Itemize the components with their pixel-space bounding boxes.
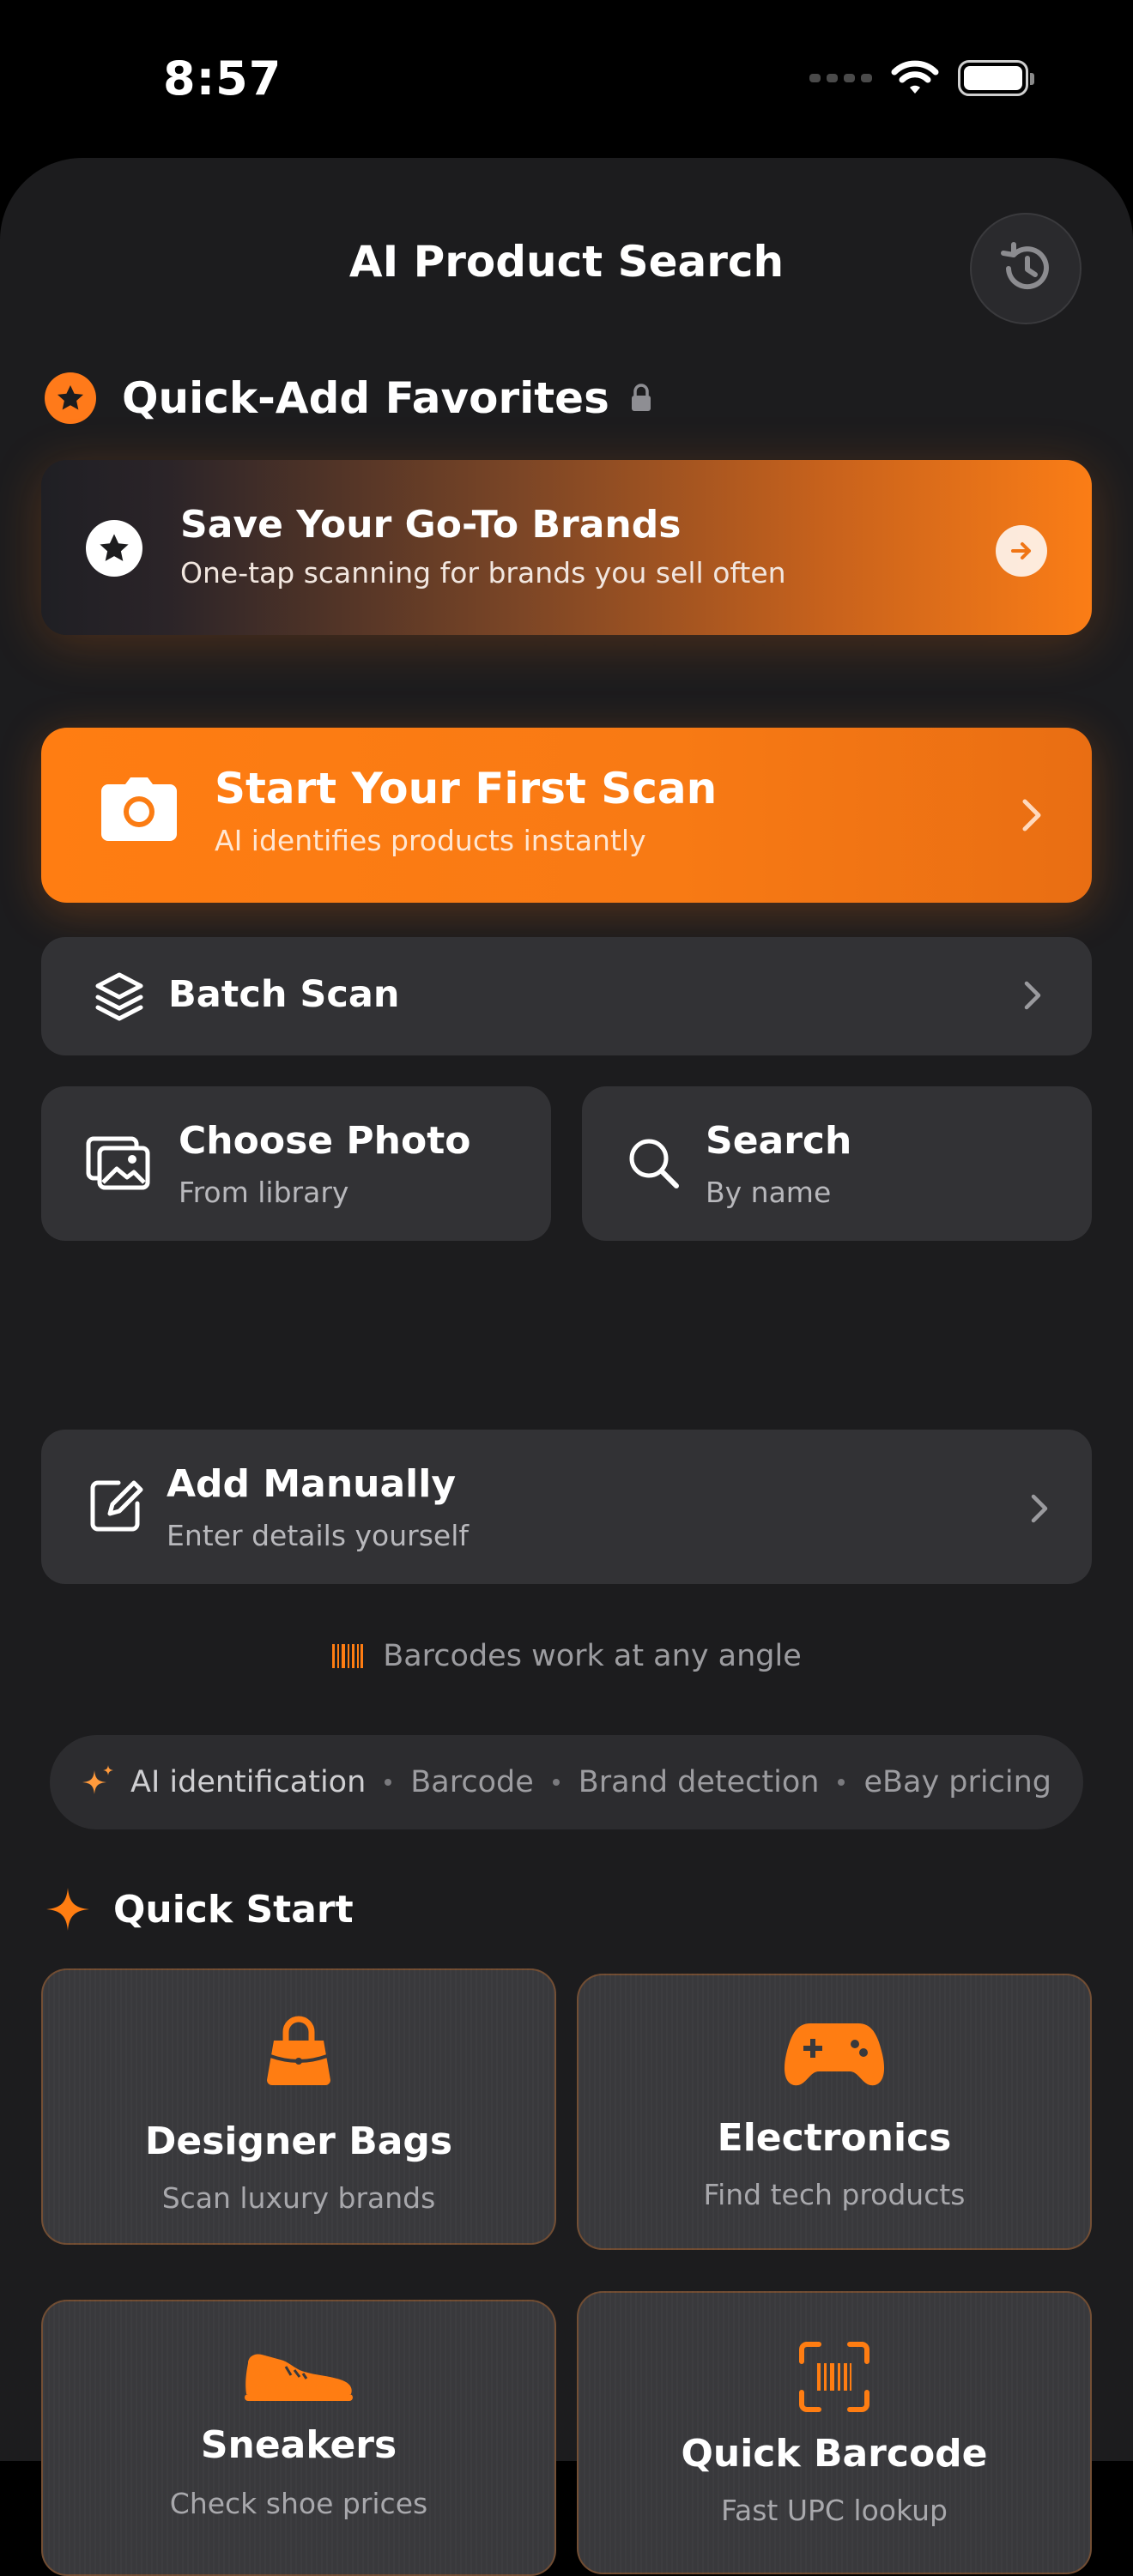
barcode-viewfinder-icon <box>799 2342 869 2412</box>
batch-scan-label: Batch Scan <box>168 973 400 1016</box>
handbag-icon <box>267 2016 330 2085</box>
batch-scan-button[interactable]: Batch Scan <box>41 937 1092 1055</box>
star-badge-icon <box>45 372 96 424</box>
main-sheet: AI Product Search Quick-Add Favorites Sa… <box>0 158 1133 2576</box>
scan-subtitle: AI identifies products instantly <box>215 824 646 857</box>
status-bar: 8:57 <box>0 0 1133 163</box>
promo-title: Save Your Go-To Brands <box>180 503 682 547</box>
feature-ai-identification: AI identification <box>130 1765 367 1799</box>
cellular-signal-icon <box>809 74 872 82</box>
wifi-icon <box>891 60 939 94</box>
save-brands-card[interactable]: Save Your Go-To Brands One-tap scanning … <box>41 460 1092 635</box>
gamecontroller-icon <box>784 2023 885 2086</box>
features-pill: AI identification Barcode Brand detectio… <box>50 1735 1083 1829</box>
designer-bags-title: Designer Bags <box>144 2119 453 2163</box>
add-manually-button[interactable]: Add Manually Enter details yourself <box>41 1430 1092 1584</box>
quick-start-sneakers[interactable]: Sneakers Check shoe prices <box>41 2300 556 2576</box>
star-icon <box>86 520 142 577</box>
quick-start-quick-barcode[interactable]: Quick Barcode Fast UPC lookup <box>577 2291 1092 2574</box>
choose-photo-title: Choose Photo <box>179 1119 471 1163</box>
sneaker-icon <box>245 2354 353 2401</box>
feature-barcode: Barcode <box>410 1765 534 1799</box>
edit-square-icon <box>90 1480 143 1532</box>
chevron-right-icon <box>1031 1494 1048 1523</box>
camera-icon <box>101 777 177 841</box>
choose-photo-subtitle: From library <box>179 1176 349 1209</box>
status-time: 8:57 <box>163 51 282 106</box>
history-icon <box>1001 242 1049 290</box>
designer-bags-subtitle: Scan luxury brands <box>161 2181 436 2215</box>
history-button[interactable] <box>970 213 1082 324</box>
barcode-hint: Barcodes work at any angle <box>0 1639 1133 1673</box>
favorites-title: Quick-Add Favorites <box>122 373 609 423</box>
sparkle-icon <box>46 1888 89 1931</box>
choose-photo-button[interactable]: Choose Photo From library <box>41 1086 551 1241</box>
page-title: AI Product Search <box>348 237 785 287</box>
arrow-right-icon <box>996 525 1047 577</box>
battery-icon <box>958 60 1034 96</box>
sparkles-icon <box>82 1765 113 1794</box>
quick-start-title: Quick Start <box>113 1887 354 1932</box>
search-button[interactable]: Search By name <box>582 1086 1092 1241</box>
status-icons <box>809 60 1034 96</box>
separator-dot <box>838 1779 845 1786</box>
chevron-right-icon <box>1022 799 1041 831</box>
favorites-header: Quick-Add Favorites <box>45 372 652 424</box>
search-icon <box>629 1139 679 1188</box>
electronics-title: Electronics <box>717 2116 952 2160</box>
search-subtitle: By name <box>706 1176 832 1209</box>
quick-start-designer-bags[interactable]: Designer Bags Scan luxury brands <box>41 1968 556 2245</box>
scan-title: Start Your First Scan <box>215 764 718 813</box>
search-title: Search <box>706 1119 852 1163</box>
barcode-hint-text: Barcodes work at any angle <box>383 1639 802 1673</box>
separator-dot <box>552 1779 560 1786</box>
chevron-right-icon <box>1024 981 1041 1010</box>
add-manually-subtitle: Enter details yourself <box>167 1519 469 1552</box>
sneakers-subtitle: Check shoe prices <box>169 2487 428 2520</box>
separator-dot <box>385 1779 392 1786</box>
promo-subtitle: One-tap scanning for brands you sell oft… <box>180 556 786 590</box>
lock-icon <box>631 384 651 411</box>
barcode-icon <box>332 1644 364 1668</box>
quick-start-electronics[interactable]: Electronics Find tech products <box>577 1974 1092 2250</box>
quick-start-header: Quick Start <box>45 1886 354 1932</box>
sneakers-title: Sneakers <box>200 2423 397 2467</box>
feature-ebay-pricing: eBay pricing <box>863 1765 1051 1799</box>
add-manually-title: Add Manually <box>167 1462 457 1506</box>
quick-barcode-title: Quick Barcode <box>681 2432 988 2476</box>
quick-barcode-subtitle: Fast UPC lookup <box>721 2494 948 2527</box>
start-scan-button[interactable]: Start Your First Scan AI identifies prod… <box>41 728 1092 903</box>
electronics-subtitle: Find tech products <box>703 2178 966 2211</box>
feature-brand-detection: Brand detection <box>578 1765 820 1799</box>
photo-library-icon <box>86 1136 150 1190</box>
stack-layers-icon <box>95 972 143 1021</box>
